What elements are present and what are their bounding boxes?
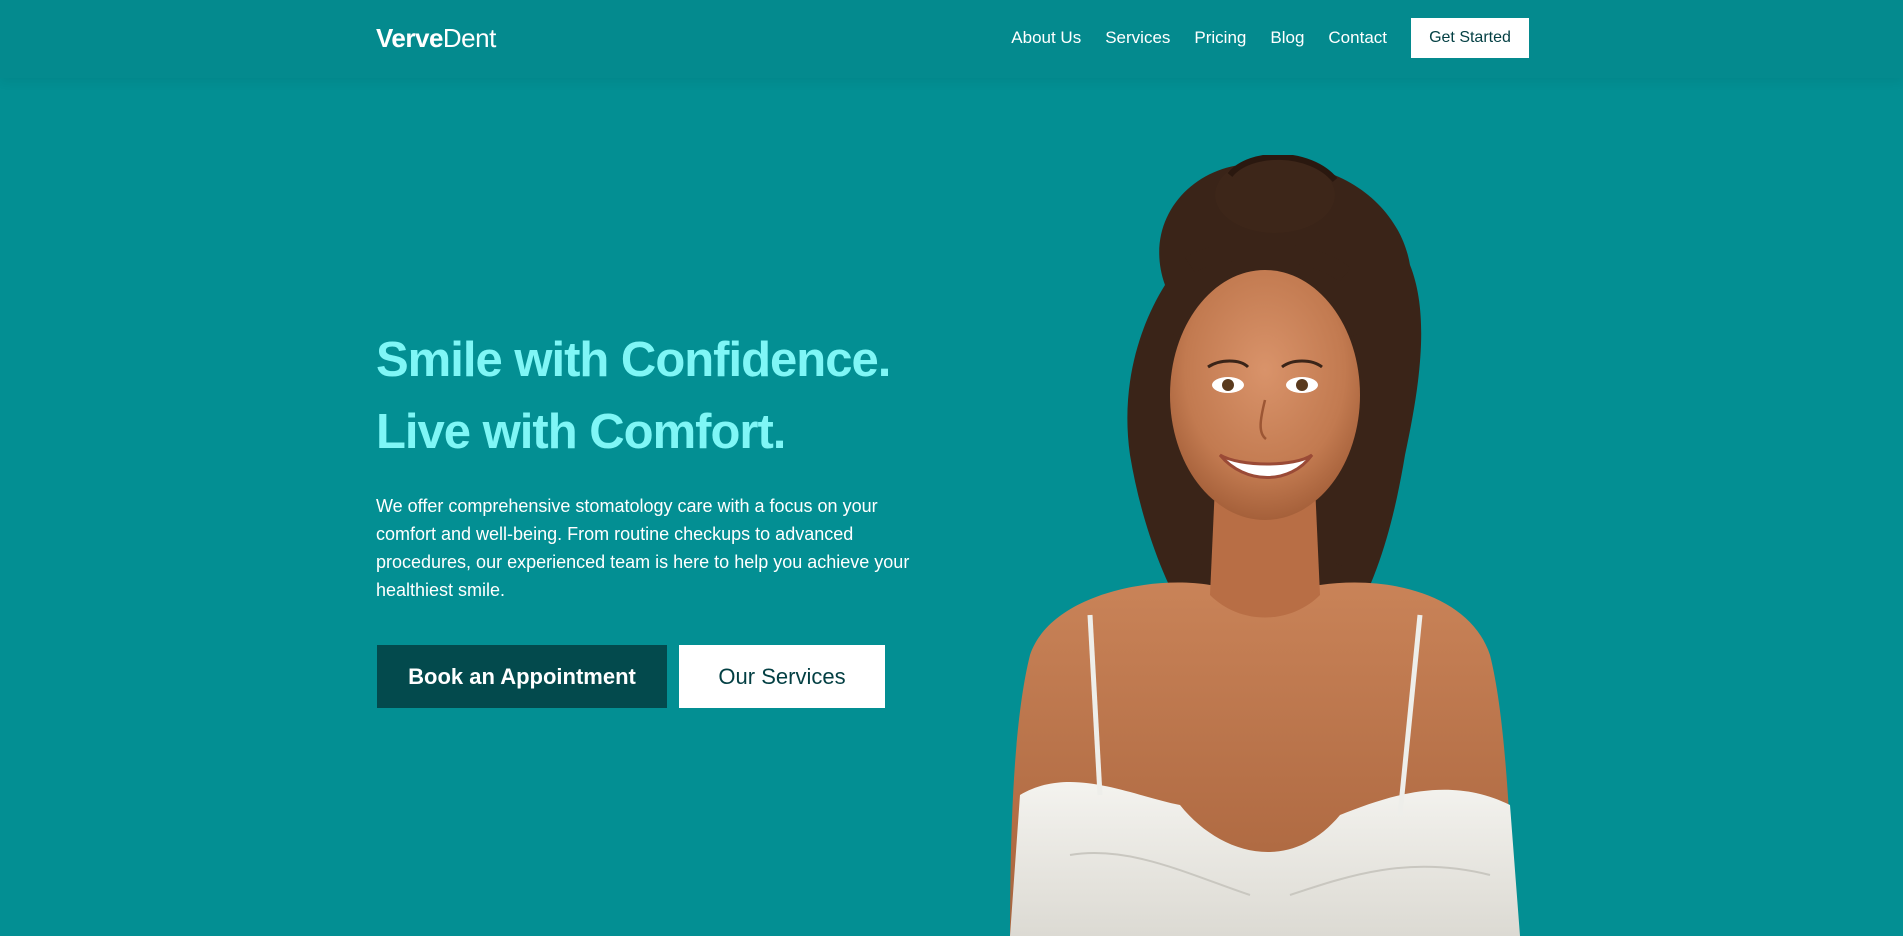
book-appointment-button[interactable]: Book an Appointment bbox=[377, 645, 667, 708]
logo-light-text: Dent bbox=[442, 23, 496, 53]
main-nav: About Us Services Pricing Blog Contact G… bbox=[1011, 18, 1529, 58]
nav-services[interactable]: Services bbox=[1105, 18, 1170, 58]
logo-bold-text: Verve bbox=[376, 23, 443, 53]
nav-blog[interactable]: Blog bbox=[1270, 18, 1304, 58]
logo[interactable]: VerveDent bbox=[376, 22, 496, 54]
nav-contact[interactable]: Contact bbox=[1328, 18, 1387, 58]
our-services-button[interactable]: Our Services bbox=[679, 645, 885, 708]
nav-about-us[interactable]: About Us bbox=[1011, 18, 1081, 58]
hero-title-line-2: Live with Comfort. bbox=[376, 405, 786, 459]
site-header: VerveDent About Us Services Pricing Blog… bbox=[0, 0, 1903, 78]
landing-page: VerveDent About Us Services Pricing Blog… bbox=[0, 0, 1903, 936]
hero-title-line-1: Smile with Confidence. bbox=[376, 333, 891, 387]
smiling-woman-portrait bbox=[1010, 155, 1520, 936]
nav-pricing[interactable]: Pricing bbox=[1194, 18, 1246, 58]
hero-description: We offer comprehensive stomatology care … bbox=[376, 496, 910, 600]
get-started-button[interactable]: Get Started bbox=[1411, 18, 1529, 58]
hero-title: Smile with Confidence. Live with Comfort… bbox=[376, 324, 996, 468]
